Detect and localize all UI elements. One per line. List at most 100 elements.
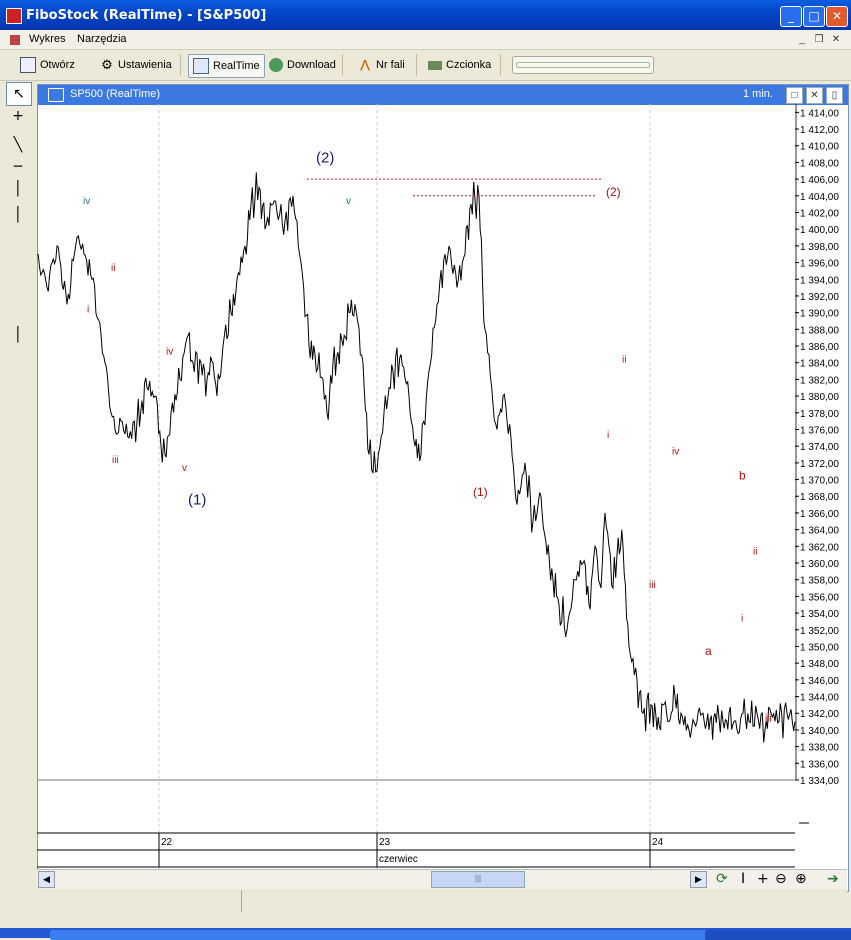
taskbar-item[interactable] xyxy=(705,930,851,940)
y-tick-label: 1 338,00 xyxy=(800,743,839,754)
wave-label: (1) xyxy=(473,485,488,499)
wave-number-button[interactable]: ⋀ Nr fali xyxy=(354,54,409,76)
wave-label: ii xyxy=(622,355,626,366)
wave-label: i xyxy=(607,430,609,441)
vertical-line-tool-icon[interactable]: │ xyxy=(6,178,30,200)
status-bar xyxy=(37,889,847,914)
y-tick-label: 1 394,00 xyxy=(800,275,839,286)
y-tick-label: 1 364,00 xyxy=(800,526,839,537)
y-tick-label: 1 372,00 xyxy=(800,459,839,470)
day-label: 24 xyxy=(652,837,664,848)
scroll-thumb[interactable]: ||| xyxy=(431,871,525,888)
add-icon[interactable]: + xyxy=(757,871,769,887)
y-tick-label: 1 396,00 xyxy=(800,259,839,270)
y-tick-label: 1 400,00 xyxy=(800,225,839,236)
fibo-time-tool-icon[interactable]: │ xyxy=(6,204,30,226)
wave-label: i xyxy=(87,305,89,316)
realtime-button[interactable]: RealTime xyxy=(188,54,265,78)
wave-label: ii xyxy=(753,547,757,558)
drawing-tools-panel: ↖ + ╲ ─ │ │ │ xyxy=(5,82,33,938)
close-button[interactable]: ✕ xyxy=(826,6,848,27)
wave-label: (2) xyxy=(316,149,334,166)
zoom-in-icon[interactable]: ⊕ xyxy=(795,871,807,887)
download-button[interactable]: Download xyxy=(265,54,340,76)
wave-label: v xyxy=(346,196,351,207)
maximize-button[interactable]: □ xyxy=(803,6,825,27)
chart-restore-button[interactable]: □ xyxy=(786,87,803,104)
menu-bar: Wykres Narzędzia _ ❐ ✕ xyxy=(0,30,851,50)
y-tick-label: 1 340,00 xyxy=(800,726,839,737)
y-tick-label: 1 344,00 xyxy=(800,693,839,704)
y-tick-label: 1 342,00 xyxy=(800,709,839,720)
wave-label: (2) xyxy=(606,185,621,199)
chart-open-icon xyxy=(20,57,36,74)
realtime-icon xyxy=(193,58,209,75)
y-tick-label: 1 360,00 xyxy=(800,559,839,570)
chart-close-button[interactable]: ✕ xyxy=(806,87,823,104)
taskbar-item[interactable] xyxy=(445,930,584,940)
y-tick-label: 1 410,00 xyxy=(800,142,839,153)
wave-label: iv xyxy=(166,346,173,357)
day-label: 22 xyxy=(161,837,173,848)
y-tick-label: 1 346,00 xyxy=(800,676,839,687)
status-pane xyxy=(37,890,242,912)
y-tick-label: 1 356,00 xyxy=(800,592,839,603)
crosshair-tool-icon[interactable]: + xyxy=(6,105,30,127)
y-tick-label: 1 374,00 xyxy=(800,442,839,453)
price-chart[interactable]: 1 414,00 1 412,00 1 410,00 1 408,00 1 406,00… xyxy=(37,104,847,869)
horizontal-line-tool-icon[interactable]: ─ xyxy=(6,156,30,178)
price-series-line xyxy=(37,172,796,743)
y-tick-label: 1 390,00 xyxy=(800,309,839,320)
y-tick-label: 1 412,00 xyxy=(800,125,839,136)
trendline-tool-icon[interactable]: ╲ xyxy=(6,134,30,156)
scroll-left-button[interactable]: ◀ xyxy=(38,871,55,888)
y-tick-label: 1 384,00 xyxy=(800,359,839,370)
timeframe-label: 1 min. xyxy=(743,88,773,100)
menu-narzedzia[interactable]: Narzędzia xyxy=(77,33,127,45)
taskbar xyxy=(0,928,851,940)
y-tick-label: 1 362,00 xyxy=(800,542,839,553)
scroll-right-button[interactable]: ▶ xyxy=(690,871,707,888)
cycle-tool-icon[interactable]: │ xyxy=(6,324,30,346)
y-tick-label: 1 388,00 xyxy=(800,325,839,336)
mdi-close-button[interactable]: ✕ xyxy=(829,33,843,46)
go-end-icon[interactable]: ➔ xyxy=(827,871,839,887)
y-tick-label: 1 348,00 xyxy=(800,659,839,670)
app-icon xyxy=(6,8,22,24)
wave-label: iii xyxy=(765,714,772,725)
y-tick-label: 1 414,00 xyxy=(800,108,839,119)
y-tick-label: 1 376,00 xyxy=(800,425,839,436)
y-tick-label: 1 336,00 xyxy=(800,759,839,770)
font-button[interactable]: Czcionka xyxy=(424,54,495,76)
y-tick-label: 1 350,00 xyxy=(800,642,839,653)
loading-progress-bar xyxy=(512,56,654,74)
wave-label: a xyxy=(705,644,712,658)
taskbar-item[interactable] xyxy=(180,930,314,940)
chart-scroll-lock-button[interactable]: ▯ xyxy=(826,87,843,104)
zoom-out-icon[interactable]: ⊖ xyxy=(775,871,787,887)
taskbar-item[interactable] xyxy=(50,930,184,940)
wave-label: iii xyxy=(112,455,119,466)
cursor-tool-icon[interactable]: ↖ xyxy=(6,82,32,106)
taskbar-item[interactable] xyxy=(310,930,449,940)
wave-label: iv xyxy=(672,447,679,458)
y-tick-label: 1 370,00 xyxy=(800,476,839,487)
wave-label: ii xyxy=(111,263,115,274)
mdi-restore-button[interactable]: ❐ xyxy=(812,33,826,46)
settings-button[interactable]: ⚙ Ustawienia xyxy=(96,54,176,76)
cursor-marker-icon[interactable]: I xyxy=(741,871,745,887)
minimize-button[interactable]: _ xyxy=(780,6,802,27)
y-tick-label: 1 378,00 xyxy=(800,409,839,420)
y-tick-label: 1 404,00 xyxy=(800,192,839,203)
chart-scrollbar[interactable]: ◀ ||| ▶ ⟳ I + ⊖ ⊕ ➔ xyxy=(37,869,847,889)
y-tick-label: 1 392,00 xyxy=(800,292,839,303)
y-tick-label: 1 352,00 xyxy=(800,626,839,637)
wave-label: v xyxy=(182,463,187,474)
refresh-icon[interactable]: ⟳ xyxy=(716,871,728,887)
y-tick-label: 1 402,00 xyxy=(800,208,839,219)
mdi-minimize-button[interactable]: _ xyxy=(795,33,809,46)
menu-wykres[interactable]: Wykres xyxy=(29,33,66,45)
open-button[interactable]: Otwórz xyxy=(16,54,79,76)
taskbar-item[interactable] xyxy=(580,930,709,940)
font-icon xyxy=(428,60,442,70)
